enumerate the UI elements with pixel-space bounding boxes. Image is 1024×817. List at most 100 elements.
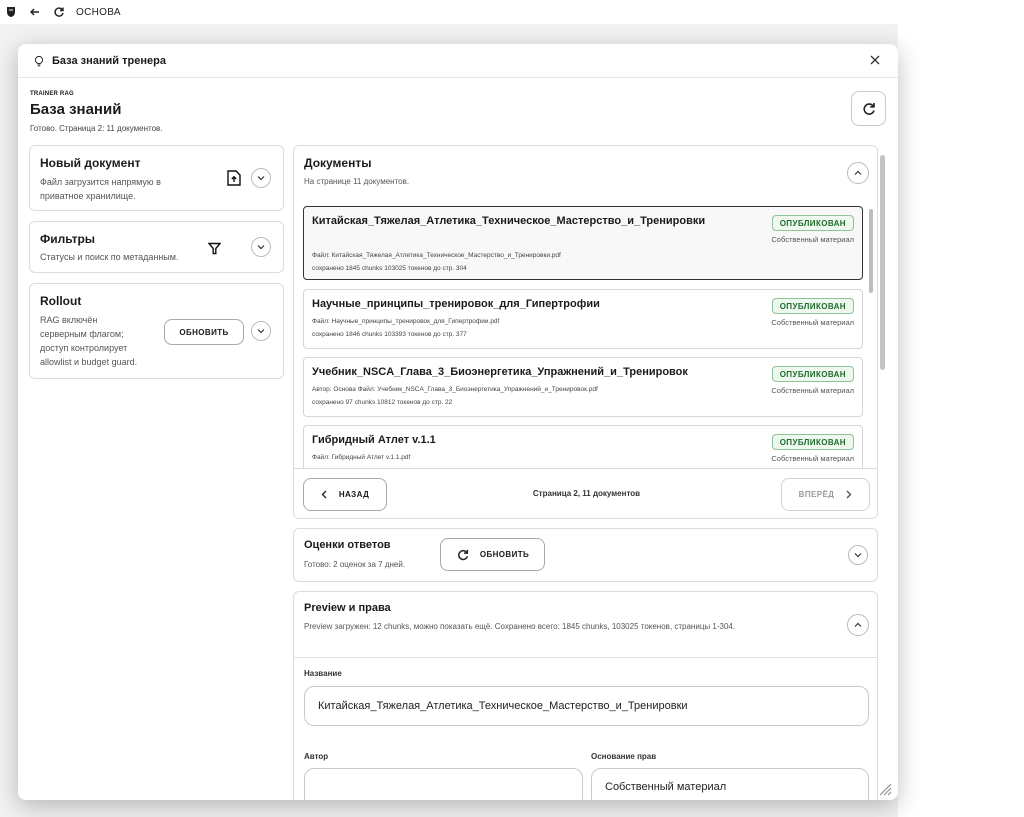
refresh-icon [457,549,468,560]
document-file: Файл: Научные_принципы_тренировок_для_Ги… [312,318,500,325]
documents-collapse-button[interactable] [847,162,869,184]
chevron-up-icon [854,170,862,175]
rollout-desc-line: доступ контролирует [40,343,128,353]
eyebrow-label: TRAINER RAG [30,91,74,97]
document-source: Собственный материал [771,318,854,327]
rollout-desc: RAG включён серверным флагом; доступ кон… [40,313,137,369]
document-stats: сохранено 1846 chunks 103393 токенов до … [312,331,467,338]
reload-icon[interactable] [52,5,66,19]
new-document-desc-line1: Файл загрузится напрямую в [40,177,161,187]
rollout-title: Rollout [40,294,82,308]
document-stats: сохранено 1845 chunks 103025 токенов до … [312,265,467,272]
chevron-down-icon [257,329,265,334]
preview-subtitle: Preview загружен: 12 chunks, можно показ… [304,622,736,631]
status-badge: ОПУБЛИКОВАН [771,434,854,450]
new-document-title: Новый документ [40,156,141,170]
document-item[interactable]: Научные_принципы_тренировок_для_Гипертро… [303,289,863,349]
rollout-desc-line: серверным флагом; [40,329,124,339]
new-document-desc-line2: приватное хранилище. [40,191,136,201]
documents-list[interactable]: Китайская_Тяжелая_Атлетика_Техническое_М… [294,203,877,468]
pagination: НАЗАД Страница 2, 11 документов ВПЕРЁД [294,468,877,518]
scores-expand-button[interactable] [848,545,868,565]
document-name: Научные_принципы_тренировок_для_Гипертро… [312,298,600,310]
document-source: Собственный материал [771,235,854,244]
document-source: Собственный материал [771,386,854,395]
chevron-right-icon [846,490,852,499]
new-document-desc: Файл загрузится напрямую в приватное хра… [40,175,161,203]
rollout-desc-line: allowlist и budget guard. [40,357,138,367]
name-field-value: Китайская_Тяжелая_Атлетика_Техническое_М… [318,700,688,712]
new-document-expand-button[interactable] [251,168,271,188]
documents-scrollbar-thumb[interactable] [869,209,873,293]
refresh-icon [862,102,875,115]
knowledge-base-dialog: База знаний тренера TRAINER RAG База зна… [18,44,898,800]
document-name: Китайская_Тяжелая_Атлетика_Техническое_М… [312,215,706,227]
chevron-down-icon [257,176,265,181]
close-icon[interactable] [866,52,884,70]
document-stats: сохранено 97 chunks 10812 токенов до стр… [312,399,453,406]
preview-title: Preview и права [304,602,391,614]
filter-icon[interactable] [207,242,222,260]
document-item[interactable]: Гибридный Атлет v.1.1 Файл: Гибридный Ат… [303,425,863,468]
status-badge: ОПУБЛИКОВАН [771,215,854,231]
document-file: Файл: Китайская_Тяжелая_Атлетика_Техниче… [312,252,561,259]
filters-card: Фильтры Статусы и поиск по метаданным. [29,221,284,273]
preview-divider [294,657,877,658]
new-document-card: Новый документ Файл загрузится напрямую … [29,145,284,211]
upload-file-icon[interactable] [227,170,241,191]
next-button-label: ВПЕРЁД [798,490,835,499]
chevron-down-icon [257,245,265,250]
app-bar: ОСНОВА [0,0,1024,24]
app-title: ОСНОВА [76,6,121,18]
app-logo-icon [4,5,18,19]
lightbulb-icon [32,54,46,68]
filters-title: Фильтры [40,232,96,246]
page-status: Готово. Страница 2: 11 документов. [30,124,163,133]
page-title: База знаний [30,101,122,118]
author-field[interactable] [304,768,583,800]
rights-label: Основание прав [591,752,657,761]
preview-collapse-button[interactable] [847,614,869,636]
rights-field[interactable]: Собственный материал [591,768,869,800]
status-badge: ОПУБЛИКОВАН [771,298,854,314]
backdrop-right-area [898,24,1024,817]
documents-title: Документы [304,156,372,170]
rollout-expand-button[interactable] [251,321,271,341]
dialog-scrollbar-thumb[interactable] [880,155,885,370]
scores-refresh-label: ОБНОВИТЬ [479,550,530,559]
rights-field-value: Собственный материал [605,781,727,793]
document-source: Собственный материал [771,454,854,463]
document-name: Учебник_NSCA_Глава_3_Биоэнергетика_Упраж… [312,366,688,378]
documents-section: Документы На странице 11 документов. Кит… [293,145,878,519]
refresh-button[interactable] [851,91,886,126]
author-label: Автор [304,752,329,761]
rollout-card: Rollout RAG включён серверным флагом; до… [29,283,284,379]
next-button[interactable]: ВПЕРЁД [781,478,870,511]
filters-desc: Статусы и поиск по метаданным. [40,252,179,262]
preview-rights-section: Preview и права Preview загружен: 12 chu… [293,591,878,800]
rollout-refresh-button[interactable]: ОБНОВИТЬ [164,319,244,345]
name-field[interactable]: Китайская_Тяжелая_Атлетика_Техническое_М… [304,686,869,726]
scores-refresh-button[interactable]: ОБНОВИТЬ [440,538,545,571]
dialog-header: База знаний тренера [18,44,898,78]
document-name: Гибридный Атлет v.1.1 [312,434,436,446]
rollout-desc-line: RAG включён [40,315,98,325]
dialog-scrollbar[interactable] [879,145,887,795]
resize-grip-icon[interactable] [878,782,892,796]
documents-scrollbar[interactable] [868,203,874,468]
answer-scores-section: Оценки ответов Готово: 2 оценок за 7 дне… [293,528,878,582]
document-item[interactable]: Учебник_NSCA_Глава_3_Биоэнергетика_Упраж… [303,357,863,417]
chevron-down-icon [854,553,862,558]
status-badge: ОПУБЛИКОВАН [771,366,854,382]
dialog-title: База знаний тренера [52,54,166,67]
filters-expand-button[interactable] [251,237,271,257]
document-file: Файл: Гибридный Атлет v.1.1.pdf [312,454,411,461]
scores-subtitle: Готово: 2 оценок за 7 дней. [304,560,406,569]
name-label: Название [304,669,342,678]
chevron-up-icon [854,622,862,627]
scores-title: Оценки ответов [304,539,391,551]
back-arrow-icon[interactable] [28,5,42,19]
documents-subtitle: На странице 11 документов. [304,177,410,186]
document-item[interactable]: Китайская_Тяжелая_Атлетика_Техническое_М… [303,206,863,280]
document-file: Автор: Основа Файл: Учебник_NSCA_Глава_3… [312,386,598,393]
